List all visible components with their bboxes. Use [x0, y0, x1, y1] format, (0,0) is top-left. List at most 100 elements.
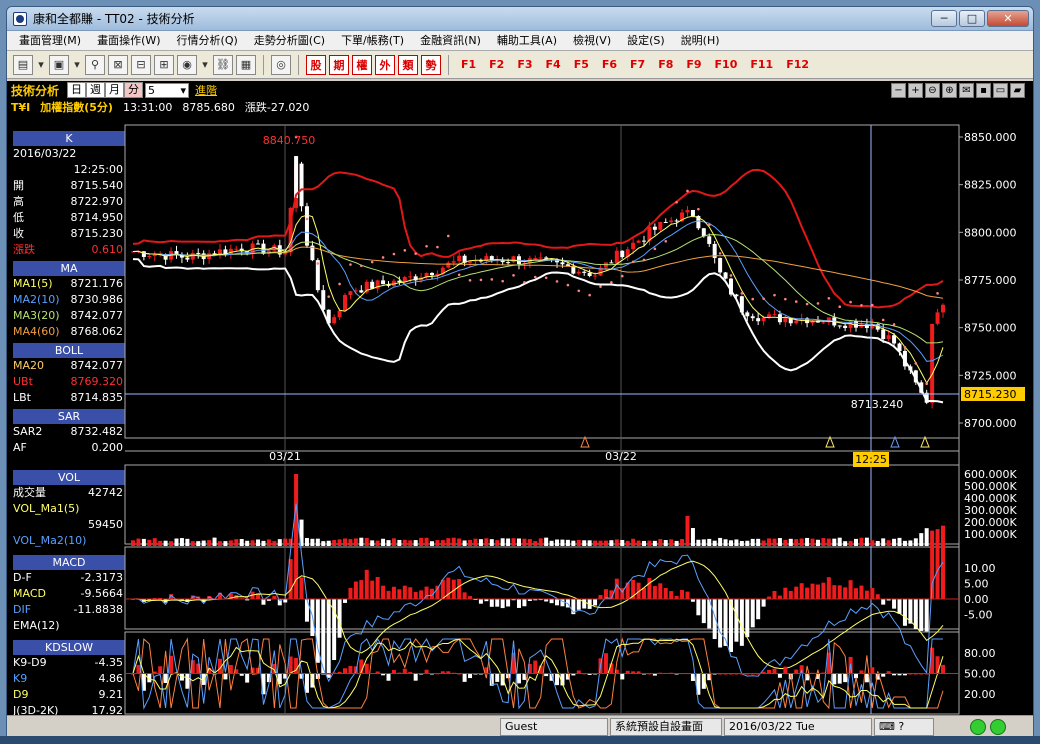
f3-button[interactable]: F3	[512, 58, 537, 71]
f4-button[interactable]: F4	[541, 58, 566, 71]
menu-view[interactable]: 檢視(V)	[565, 31, 619, 51]
candle-body	[685, 210, 690, 213]
menu-screen-operate[interactable]: 畫面操作(W)	[89, 31, 168, 51]
macd-bar	[902, 599, 907, 626]
volume-bar	[489, 539, 494, 546]
charts-svg[interactable]: 03/21 03/22 8850.000 8825.000 8800.000 8775.0…	[7, 81, 1033, 715]
macd-tick-label: 5.00	[964, 578, 989, 591]
f12-button[interactable]: F12	[781, 58, 814, 71]
stock-button[interactable]: 股	[306, 54, 326, 75]
futures-button[interactable]: 期	[329, 54, 349, 75]
category-button[interactable]: 類	[398, 54, 418, 75]
link-icon[interactable]: ⛓	[213, 54, 233, 75]
menu-financial-info[interactable]: 金融資訊(N)	[412, 31, 489, 51]
menu-order-account[interactable]: 下單/帳務(T)	[333, 31, 412, 51]
chevron-down-icon[interactable]: ▾	[36, 55, 46, 75]
vol-tick-label: 100.000K	[964, 528, 1017, 541]
volume-bar	[473, 538, 478, 546]
volume-bar	[848, 540, 853, 546]
volume-bar	[277, 539, 282, 546]
search-icon[interactable]: ⚲	[85, 54, 105, 75]
chevron-down-icon[interactable]: ▾	[72, 55, 82, 75]
volume-bar	[767, 538, 772, 546]
macd-bar	[391, 586, 396, 599]
kd-bar	[163, 673, 168, 684]
menu-help[interactable]: 說明(H)	[673, 31, 728, 51]
title-bar[interactable]: 康和全都賺 - TT02 - 技術分析 ─ □ ✕	[7, 7, 1033, 31]
macd-bar	[897, 599, 902, 614]
foreign-button[interactable]: 外	[375, 54, 395, 75]
macd-tick-label: 0.00	[964, 593, 989, 606]
sar-dot	[664, 239, 668, 243]
window-icon[interactable]: ⊟	[131, 54, 151, 75]
f2-button[interactable]: F2	[484, 58, 509, 71]
f10-button[interactable]: F10	[710, 58, 743, 71]
candle-body	[370, 281, 375, 289]
macd-bar	[647, 577, 652, 599]
volume-bar	[674, 540, 679, 546]
maximize-button[interactable]: □	[959, 10, 985, 27]
kd-bar	[391, 669, 396, 674]
chart-icon[interactable]: ▦	[236, 54, 256, 75]
macd-bar	[397, 589, 402, 599]
macd-bar	[489, 599, 494, 607]
volume-bar	[625, 540, 630, 546]
layout-icon[interactable]: ▤	[13, 54, 33, 75]
kd-bar	[348, 665, 353, 674]
volume-bar	[217, 541, 222, 546]
price-tick-label: 8775.000	[964, 274, 1017, 287]
kd-bar	[870, 667, 875, 674]
close-window-icon[interactable]: ⊠	[108, 54, 128, 75]
kd-bar	[304, 673, 309, 693]
menu-quote-analysis[interactable]: 行情分析(Q)	[169, 31, 246, 51]
menu-trend-chart[interactable]: 走勢分析圖(C)	[246, 31, 333, 51]
chevron-down-icon[interactable]: ▾	[200, 55, 210, 75]
f1-button[interactable]: F1	[456, 58, 481, 71]
menu-settings[interactable]: 設定(S)	[619, 31, 673, 51]
sar-dot	[784, 297, 787, 301]
monitor-icon[interactable]: ▣	[49, 54, 69, 75]
sar-dot	[577, 289, 581, 293]
candle-body	[690, 210, 695, 216]
kd-bar	[136, 664, 141, 674]
volume-bar	[810, 538, 815, 546]
options-button[interactable]: 權	[352, 54, 372, 75]
f7-button[interactable]: F7	[625, 58, 650, 71]
f5-button[interactable]: F5	[569, 58, 594, 71]
keyboard-icon[interactable]: ⌨ ?	[874, 717, 934, 736]
divider	[298, 54, 299, 75]
volume-bar	[620, 539, 625, 546]
candle-body	[745, 312, 750, 317]
ma5-line	[132, 214, 944, 385]
candle-body	[538, 257, 543, 259]
f8-button[interactable]: F8	[653, 58, 678, 71]
kd-bar	[495, 673, 500, 682]
macd-bar	[435, 585, 440, 599]
close-button[interactable]: ✕	[987, 10, 1029, 27]
minimize-button[interactable]: ─	[931, 10, 957, 27]
volume-bar	[598, 540, 603, 546]
menu-tools[interactable]: 輔助工具(A)	[489, 31, 565, 51]
macd-bar	[854, 588, 859, 599]
volume-bar	[555, 539, 560, 546]
candle-body	[304, 206, 309, 246]
volume-bar	[701, 539, 706, 546]
f9-button[interactable]: F9	[681, 58, 706, 71]
f11-button[interactable]: F11	[745, 58, 778, 71]
cursor-price-label: 8715.230	[964, 388, 1017, 401]
sar-dot	[686, 189, 689, 193]
f6-button[interactable]: F6	[597, 58, 622, 71]
volume-bar	[315, 538, 320, 546]
sar-dot	[523, 280, 526, 284]
globe-icon[interactable]: ◉	[177, 54, 197, 75]
trend-button[interactable]: 勢	[421, 54, 441, 75]
brand-logo-icon[interactable]: ◎	[271, 54, 291, 75]
volume-bar	[788, 538, 793, 546]
menu-screen-manage[interactable]: 畫面管理(M)	[11, 31, 89, 51]
volume-bar	[223, 541, 228, 546]
grid-icon[interactable]: ⊞	[154, 54, 174, 75]
macd-bar	[457, 579, 462, 599]
candle-body	[533, 257, 538, 259]
macd-bar	[663, 587, 668, 599]
macd-bar	[772, 591, 777, 599]
